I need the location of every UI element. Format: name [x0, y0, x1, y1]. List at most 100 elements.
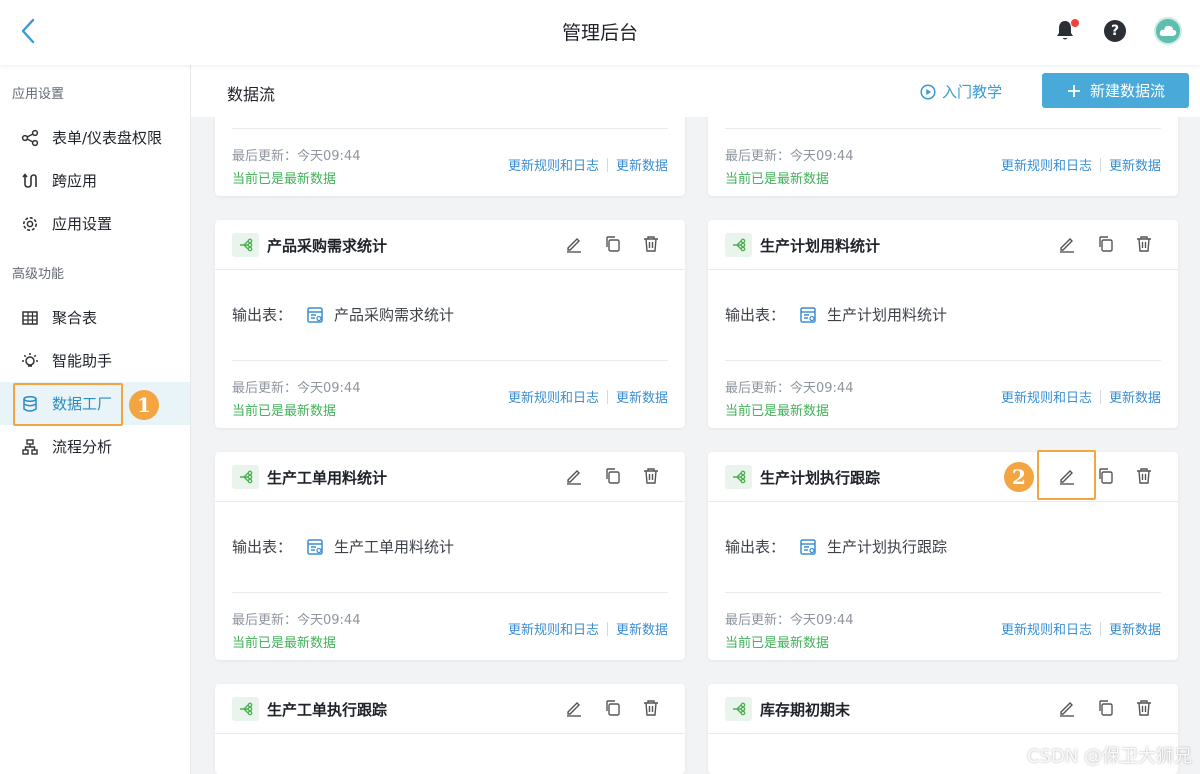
update-data-link[interactable]: 更新数据	[616, 619, 668, 638]
sidebar-item-form-permissions[interactable]: 表单/仪表盘权限	[0, 116, 190, 159]
output-table-name[interactable]: 生产计划用料统计	[827, 304, 947, 325]
update-data-link[interactable]: 更新数据	[1109, 619, 1161, 638]
tutorial-link[interactable]: 入门教学	[920, 81, 1002, 102]
card-title: 库存期初期末	[760, 701, 851, 719]
link-separator	[606, 621, 608, 636]
dataflow-card: 生产计划用料统计 输出表： 生产计划用料统计 最后更新：今天09:44 当前已是…	[708, 220, 1178, 428]
update-data-link[interactable]: 更新数据	[1109, 155, 1161, 174]
trash-icon[interactable]	[1134, 698, 1154, 718]
card-divider	[232, 128, 668, 129]
output-label: 输出表：	[232, 538, 293, 556]
trash-icon[interactable]	[1134, 466, 1154, 486]
table-icon	[307, 306, 323, 323]
dataflow-icon	[725, 465, 752, 489]
status-text: 当前已是最新数据	[232, 172, 337, 187]
dataflow-icon	[725, 697, 752, 721]
update-data-link[interactable]: 更新数据	[616, 387, 668, 406]
card-header: 产品采购需求统计	[215, 220, 685, 270]
copy-icon[interactable]	[1096, 466, 1116, 486]
output-row: 输出表： 生产计划执行跟踪	[725, 536, 947, 557]
status-text: 当前已是最新数据	[725, 636, 830, 651]
link-separator	[606, 389, 608, 404]
sidebar-item-process-analysis[interactable]: 流程分析	[0, 425, 190, 468]
sidebar-item-label: 表单/仪表盘权限	[52, 129, 163, 147]
sidebar-item-app-settings[interactable]: 应用设置	[0, 202, 190, 245]
trash-icon[interactable]	[641, 466, 661, 486]
help-icon[interactable]: ?	[1104, 20, 1126, 42]
dataflow-card: 生产计划执行跟踪 2 输出表： 生产计划执行跟踪 最后更新：今天09:44 当前…	[708, 450, 1178, 660]
link-separator	[1099, 157, 1101, 172]
link-separator	[1099, 389, 1101, 404]
sidebar-item-label: 流程分析	[52, 438, 113, 456]
new-dataflow-button[interactable]: 新建数据流	[1042, 73, 1189, 108]
link-separator	[1099, 621, 1101, 636]
trash-icon[interactable]	[1134, 234, 1154, 254]
card-divider	[725, 128, 1161, 129]
highlight-box-data-factory	[13, 383, 123, 426]
output-table-name[interactable]: 产品采购需求统计	[334, 304, 454, 325]
step-badge-1: 1	[129, 390, 159, 420]
sidebar-item-cross-app[interactable]: 跨应用	[0, 159, 190, 202]
rules-log-link[interactable]: 更新规则和日志	[508, 387, 599, 406]
dataflow-card: 生产工单用料统计 输出表： 生产工单用料统计 最后更新：今天09:44 当前已是…	[215, 452, 685, 660]
status-text: 当前已是最新数据	[725, 404, 830, 419]
edit-icon[interactable]	[564, 698, 584, 718]
update-data-link[interactable]: 更新数据	[1109, 387, 1161, 406]
card-title: 产品采购需求统计	[267, 237, 388, 255]
edit-icon[interactable]	[1057, 234, 1077, 254]
link-separator	[606, 157, 608, 172]
rules-log-link[interactable]: 更新规则和日志	[1001, 155, 1092, 174]
notification-dot	[1071, 19, 1079, 27]
rules-log-link[interactable]: 更新规则和日志	[1001, 619, 1092, 638]
sidebar-item-aggregate-table[interactable]: 聚合表	[0, 296, 190, 339]
card-header: 生产工单用料统计	[215, 452, 685, 502]
copy-icon[interactable]	[603, 466, 623, 486]
copy-icon[interactable]	[1096, 234, 1116, 254]
rules-log-link[interactable]: 更新规则和日志	[1001, 387, 1092, 406]
card-title: 生产计划用料统计	[760, 237, 881, 255]
card-header: 生产计划执行跟踪 2	[708, 450, 1178, 502]
sidebar-item-label: 跨应用	[52, 172, 98, 190]
page-title: 管理后台	[561, 22, 638, 44]
play-circle-icon	[920, 83, 936, 100]
output-row: 输出表： 生产计划用料统计	[725, 304, 947, 325]
edit-icon[interactable]	[564, 466, 584, 486]
last-updated: 最后更新：今天09:44	[725, 613, 854, 628]
copy-icon[interactable]	[603, 698, 623, 718]
status-text: 当前已是最新数据	[232, 404, 337, 419]
last-updated: 最后更新：今天09:44	[232, 613, 361, 628]
rules-log-link[interactable]: 更新规则和日志	[508, 619, 599, 638]
bell-icon[interactable]	[1054, 19, 1079, 43]
edit-icon[interactable]	[1057, 698, 1077, 718]
dataflow-icon	[232, 233, 259, 257]
dataflow-icon	[232, 697, 259, 721]
copy-icon[interactable]	[603, 234, 623, 254]
dataflow-icon	[232, 465, 259, 489]
avatar[interactable]	[1154, 17, 1182, 45]
new-dataflow-label: 新建数据流	[1089, 82, 1165, 100]
update-data-link[interactable]: 更新数据	[616, 155, 668, 174]
output-table-name[interactable]: 生产工单用料统计	[334, 536, 454, 557]
card-header: 生产工单执行跟踪	[215, 684, 685, 734]
rules-log-link[interactable]: 更新规则和日志	[508, 155, 599, 174]
sidebar-item-smart-assistant[interactable]: 智能助手	[0, 339, 190, 382]
card-title: 生产计划执行跟踪	[760, 469, 881, 487]
sidebar-group-label: 高级功能	[12, 267, 65, 282]
dataflow-icon	[725, 233, 752, 257]
last-updated: 最后更新：今天09:44	[725, 149, 854, 164]
trash-icon[interactable]	[641, 698, 661, 718]
trash-icon[interactable]	[641, 234, 661, 254]
last-updated: 最后更新：今天09:44	[232, 381, 361, 396]
dataflow-card: 产品采购需求统计 输出表： 产品采购需求统计 最后更新：今天09:44 当前已是…	[215, 220, 685, 428]
copy-icon[interactable]	[1096, 698, 1116, 718]
card-header: 生产计划用料统计	[708, 220, 1178, 270]
sidebar-item-label: 智能助手	[52, 352, 113, 370]
table-grid-icon	[20, 308, 40, 328]
output-label: 输出表：	[232, 306, 293, 324]
edit-icon[interactable]	[1057, 466, 1077, 486]
last-updated: 最后更新：今天09:44	[725, 381, 854, 396]
output-table-name[interactable]: 生产计划执行跟踪	[827, 536, 947, 557]
card-title: 生产工单用料统计	[267, 469, 388, 487]
content-header: 数据流 入门教学 新建数据流	[191, 65, 1200, 117]
edit-icon[interactable]	[564, 234, 584, 254]
